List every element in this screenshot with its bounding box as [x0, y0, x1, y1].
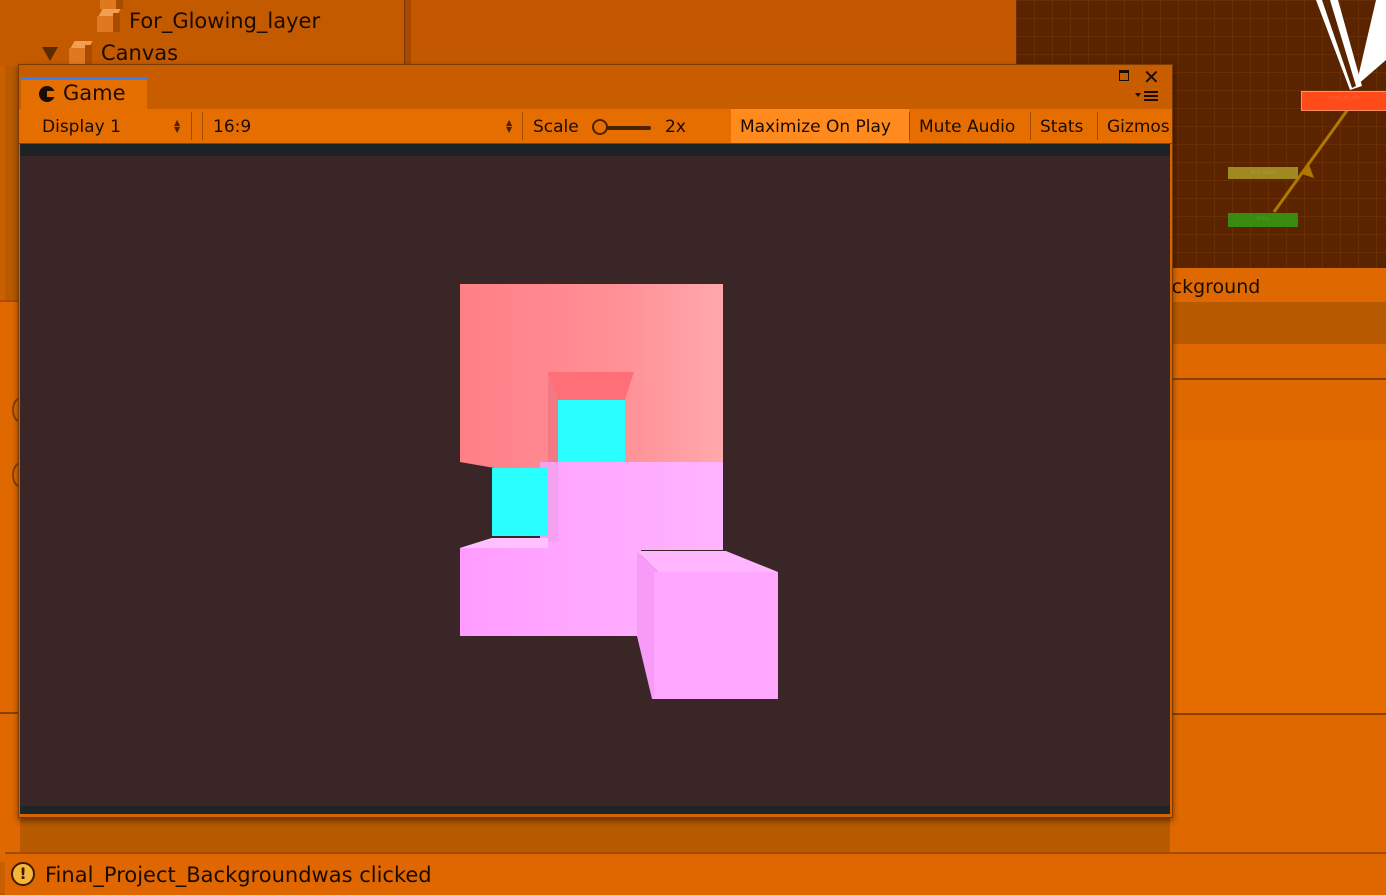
status-message: Final_Project_Backgroundwas clicked — [45, 863, 432, 887]
status-bar[interactable]: ! Final_Project_Backgroundwas clicked — [5, 852, 1386, 895]
game-controller-icon — [39, 86, 56, 102]
scale-slider-knob[interactable] — [592, 119, 608, 135]
scene-panel-background — [412, 0, 1016, 66]
viewport-top-bar — [20, 144, 1170, 156]
inspector-section — [1170, 440, 1386, 715]
protruding-cube-front — [654, 572, 778, 699]
pink-cube-top — [460, 538, 548, 548]
inspector-object-name: ackground — [1160, 276, 1261, 298]
animator-state-entry[interactable]: Entry — [1228, 213, 1298, 227]
panel-divider[interactable] — [404, 0, 411, 66]
hierarchy-item-canvas[interactable]: Canvas — [101, 41, 178, 65]
aspect-dropdown-value: 16:9 — [213, 117, 252, 137]
updown-arrows-icon: ▲ ▼ — [506, 118, 513, 134]
inspector-section — [1170, 302, 1386, 344]
tunnel-top-face — [548, 372, 634, 400]
gizmos-dropdown[interactable]: Gizmos — [1098, 109, 1172, 143]
game-window: Game ✕ Display 1 ▲ ▼ 16:9 ▲ ▼ Scale 2x M… — [18, 64, 1173, 818]
scene-render — [460, 284, 778, 699]
protruding-cube-top — [637, 551, 778, 572]
viewport-bottom-bar — [20, 806, 1170, 814]
maximize-on-play-toggle[interactable]: Maximize On Play — [731, 109, 909, 143]
animator-state-cube-all-idle[interactable]: cube_all_idle — [1301, 91, 1386, 111]
expand-arrow-icon[interactable] — [42, 47, 58, 61]
game-tab-bar: Game ✕ — [19, 65, 1172, 110]
scale-value: 2x — [665, 117, 686, 137]
tab-game[interactable]: Game — [21, 77, 147, 110]
game-viewport[interactable] — [20, 156, 1170, 806]
aspect-dropdown[interactable]: 16:9 — [203, 109, 523, 143]
cyan-square-upper — [558, 400, 625, 462]
tab-game-label: Game — [63, 81, 126, 105]
display-dropdown[interactable]: Display 1 — [31, 109, 191, 143]
gameobject-icon — [97, 9, 121, 33]
transition-line-amber — [1272, 104, 1353, 213]
maximize-icon[interactable] — [1119, 70, 1129, 81]
game-toolbar: Display 1 ▲ ▼ 16:9 ▲ ▼ Scale 2x Maximize O… — [19, 109, 1172, 144]
tab-menu-icon[interactable] — [1135, 90, 1159, 106]
hierarchy-panel: For_Glowing_layer Canvas — [0, 0, 408, 66]
cyan-square-lower — [492, 468, 548, 536]
gameobject-icon — [69, 41, 93, 65]
hierarchy-item-for-glowing-layer[interactable]: For_Glowing_layer — [129, 9, 320, 33]
warning-icon: ! — [11, 862, 35, 886]
scale-label: Scale — [533, 117, 579, 137]
left-panel-strip — [0, 300, 30, 862]
close-icon[interactable]: ✕ — [1143, 65, 1160, 89]
animator-state-any-state[interactable]: Any State — [1228, 167, 1298, 179]
updown-arrows-icon: ▲ ▼ — [174, 118, 181, 134]
mute-audio-toggle[interactable]: Mute Audio — [910, 109, 1030, 143]
stats-toggle[interactable]: Stats — [1031, 109, 1097, 143]
inspector-section — [1170, 344, 1386, 380]
display-dropdown-value: Display 1 — [42, 117, 121, 137]
